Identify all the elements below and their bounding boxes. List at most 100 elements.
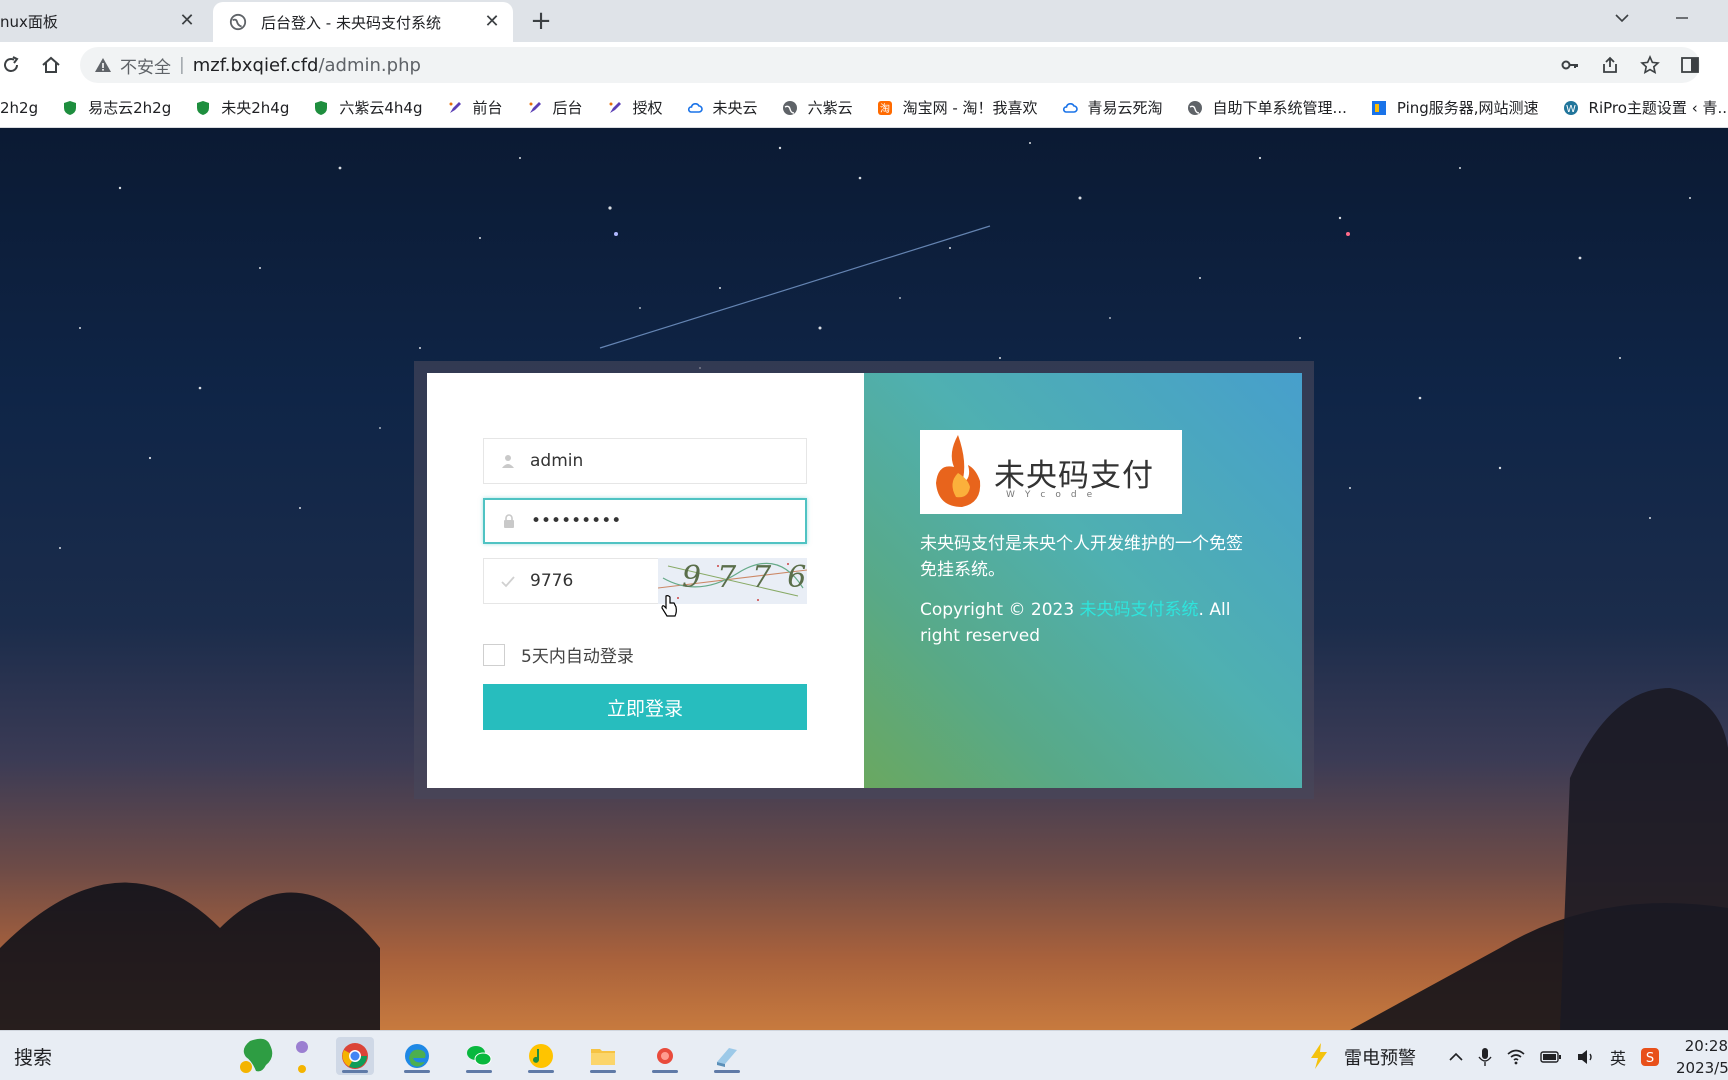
svg-text:淘: 淘 bbox=[880, 102, 890, 115]
cloud-icon bbox=[1062, 102, 1078, 113]
system-tray: 英 S bbox=[1448, 1045, 1660, 1069]
taskbar-wechat[interactable] bbox=[460, 1037, 498, 1075]
tab-strip: nux面板 ✕ 后台登入 - 未央码支付系统 ✕ + bbox=[0, 0, 1728, 42]
remember-me[interactable]: 5天内自动登录 bbox=[483, 642, 634, 667]
taskbar-music[interactable] bbox=[522, 1037, 560, 1075]
bookmarks-bar: 2h2g 易志云2h2g 未央2h4g 六紫云4h4g 前台 后台 授权 未央云… bbox=[0, 88, 1728, 128]
security-label[interactable]: 不安全 bbox=[120, 53, 171, 78]
ime-indicator[interactable]: 英 bbox=[1610, 1045, 1626, 1069]
globe-icon bbox=[1187, 100, 1202, 115]
address-bar[interactable]: 不安全 | mzf.bxqief.cfd/admin.php bbox=[80, 47, 1700, 83]
password-input[interactable] bbox=[531, 511, 771, 531]
taobao-icon: 淘 bbox=[877, 100, 892, 115]
bookmark-item[interactable]: 淘淘宝网 - 淘！我喜欢 bbox=[877, 97, 1038, 118]
music-icon bbox=[529, 1044, 553, 1068]
remember-label: 5天内自动登录 bbox=[521, 647, 634, 667]
close-icon[interactable]: ✕ bbox=[176, 9, 198, 31]
tab-panel[interactable]: nux面板 ✕ bbox=[0, 0, 210, 42]
key-icon[interactable] bbox=[1560, 55, 1580, 75]
tab-label: nux面板 bbox=[0, 12, 58, 31]
bookmark-label: Ping服务器,网站测速 bbox=[1396, 99, 1539, 117]
bookmark-item[interactable]: 青易云死淘 bbox=[1062, 97, 1163, 118]
bookmark-item[interactable]: 易志云2h2g bbox=[62, 97, 171, 118]
mouse-cursor-icon bbox=[661, 595, 677, 617]
brand-logo: 未央码支付 WYcode bbox=[920, 430, 1182, 514]
shield-icon bbox=[315, 100, 328, 115]
bookmark-item[interactable]: 前台 bbox=[447, 97, 503, 118]
captcha-input[interactable] bbox=[530, 571, 640, 591]
bookmark-label: 淘宝网 - 淘！我喜欢 bbox=[902, 99, 1038, 117]
taskbar-explorer[interactable] bbox=[584, 1037, 622, 1075]
microphone-icon[interactable] bbox=[1478, 1047, 1492, 1067]
bookmark-item[interactable]: 未央2h4g bbox=[195, 97, 289, 118]
captcha-field[interactable] bbox=[483, 558, 659, 604]
bookmark-item[interactable]: 授权 bbox=[607, 97, 663, 118]
bookmark-label: 授权 bbox=[632, 99, 663, 117]
check-icon bbox=[501, 576, 515, 588]
username-input[interactable] bbox=[530, 451, 770, 471]
omnibox-actions bbox=[1560, 47, 1700, 83]
taskbar: 搜索 雷电预警 英 S 20:28 2023/5 bbox=[0, 1030, 1728, 1080]
bookmark-label: 六紫云4h4g bbox=[339, 99, 423, 117]
bookmark-item[interactable]: W RiPro主题设置 ‹ 青... bbox=[1563, 97, 1728, 118]
url-host: mzf.bxqief.cfd bbox=[192, 54, 319, 76]
rocket-icon bbox=[449, 101, 461, 113]
reload-icon[interactable] bbox=[0, 54, 22, 76]
tab-label: 后台登入 - 未央码支付系统 bbox=[261, 13, 441, 32]
battery-icon[interactable] bbox=[1540, 1050, 1562, 1064]
bookmark-item[interactable]: 后台 bbox=[527, 97, 583, 118]
bookmark-label: 后台 bbox=[552, 99, 583, 117]
taskbar-chrome[interactable] bbox=[336, 1037, 374, 1075]
brand-panel: 未央码支付 WYcode 未央码支付是未央个人开发维护的一个免签免挂系统。 Co… bbox=[864, 373, 1302, 788]
share-icon[interactable] bbox=[1600, 55, 1620, 75]
bookmark-item[interactable]: 自助下单系统管理... bbox=[1187, 97, 1347, 118]
copyright-link[interactable]: 未央码支付系统 bbox=[1080, 600, 1199, 620]
system-clock[interactable]: 20:28 2023/5/ bbox=[1676, 1035, 1728, 1079]
globe-icon bbox=[229, 13, 247, 31]
lightning-icon bbox=[1311, 1043, 1327, 1069]
active-indicator bbox=[342, 1070, 368, 1073]
star-icon[interactable] bbox=[1640, 55, 1660, 75]
taskbar-recorder[interactable] bbox=[646, 1037, 684, 1075]
copyright: Copyright © 2023 未央码支付系统. All right rese… bbox=[920, 597, 1250, 649]
active-indicator bbox=[652, 1070, 678, 1073]
weather-alert[interactable]: 雷电预警 bbox=[1344, 1044, 1416, 1070]
active-indicator bbox=[528, 1070, 554, 1073]
volume-icon[interactable] bbox=[1576, 1048, 1596, 1066]
close-icon[interactable]: ✕ bbox=[481, 10, 503, 32]
wifi-icon[interactable] bbox=[1506, 1048, 1526, 1066]
password-field[interactable] bbox=[483, 498, 807, 544]
flame-logo-icon bbox=[936, 435, 981, 507]
bookmark-item[interactable]: 六紫云 bbox=[782, 97, 853, 118]
home-icon[interactable] bbox=[40, 54, 62, 76]
bookmark-item[interactable]: 六紫云4h4g bbox=[313, 97, 423, 118]
new-tab-button[interactable]: + bbox=[528, 6, 554, 36]
globe-icon bbox=[782, 100, 797, 115]
captcha-image[interactable]: 9776 bbox=[658, 558, 807, 604]
taskbar-edge[interactable] bbox=[398, 1037, 436, 1075]
chrome-icon bbox=[342, 1043, 368, 1069]
bookmark-label: 自助下单系统管理... bbox=[1212, 99, 1347, 117]
bookmark-label: 六紫云 bbox=[807, 99, 853, 117]
rocket-icon bbox=[609, 101, 621, 113]
username-field[interactable] bbox=[483, 438, 807, 484]
folder-icon bbox=[591, 1049, 615, 1065]
chevron-up-icon[interactable] bbox=[1448, 1049, 1464, 1065]
tab-admin-login[interactable]: 后台登入 - 未央码支付系统 ✕ bbox=[213, 2, 513, 42]
bookmark-label: 青易云死淘 bbox=[1087, 99, 1163, 117]
notes-icon bbox=[717, 1048, 737, 1067]
side-panel-icon[interactable] bbox=[1680, 55, 1700, 75]
bookmark-item[interactable]: 未央云 bbox=[687, 97, 758, 118]
login-button[interactable]: 立即登录 bbox=[483, 684, 807, 730]
bookmark-item[interactable]: 2h2g bbox=[0, 99, 38, 117]
bookmark-item[interactable]: Ping服务器,网站测速 bbox=[1371, 97, 1539, 118]
active-indicator bbox=[714, 1070, 740, 1073]
taskbar-notes[interactable] bbox=[708, 1037, 746, 1075]
active-indicator bbox=[404, 1070, 430, 1073]
input-method-icon[interactable]: S bbox=[1640, 1047, 1660, 1067]
chevron-down-icon[interactable] bbox=[1612, 8, 1632, 28]
remember-checkbox[interactable] bbox=[483, 643, 505, 666]
minimize-icon[interactable] bbox=[1672, 8, 1692, 28]
weather-widget-icon[interactable] bbox=[236, 1035, 312, 1077]
taskbar-search[interactable]: 搜索 bbox=[14, 1043, 52, 1070]
